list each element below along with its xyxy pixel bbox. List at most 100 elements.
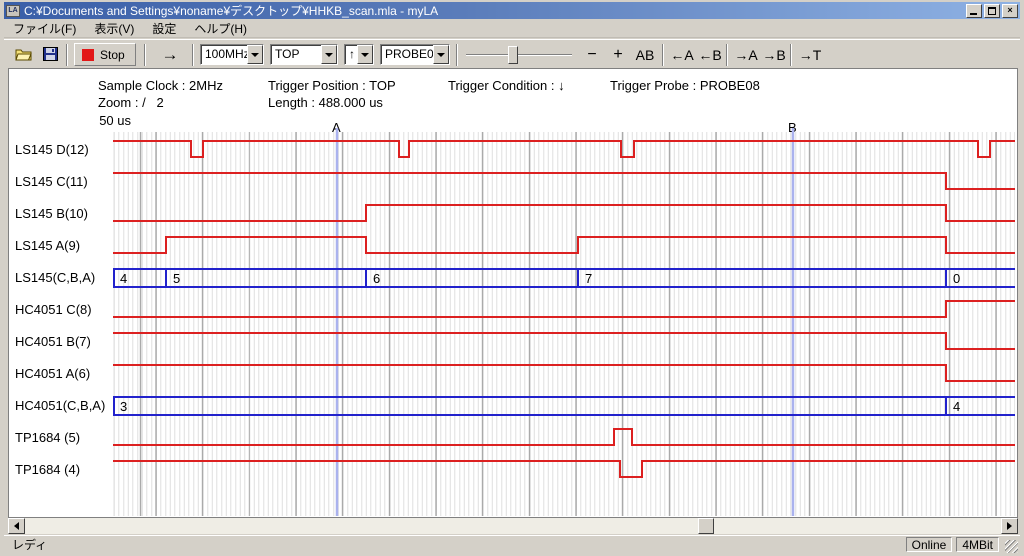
bus-value: 0: [953, 271, 960, 286]
dropdown-button[interactable]: [357, 45, 373, 64]
signal-label[interactable]: HC4051(C,B,A): [15, 390, 111, 422]
horizontal-scrollbar[interactable]: [8, 517, 1018, 534]
toolbar-separator: [662, 44, 664, 66]
toolbar-separator: [192, 44, 194, 66]
bus-value: 4: [120, 271, 127, 286]
bus-value: 5: [173, 271, 180, 286]
zoom-in-button[interactable]: +: [606, 44, 630, 66]
trigger-condition-info: Trigger Condition : ↓: [448, 78, 565, 93]
waveform-canvas: 4 5 6 7 0 3 4: [113, 132, 1015, 516]
menu-help[interactable]: ヘルプ(H): [185, 19, 256, 38]
digital-trace: [113, 301, 1015, 317]
resize-grip[interactable]: [1005, 540, 1018, 553]
menu-bar: ファイル(F) 表示(V) 設定 ヘルプ(H): [4, 20, 1020, 38]
open-file-button[interactable]: [14, 44, 34, 64]
status-bar: レディ Online 4MBit: [4, 535, 1020, 553]
trigger-position-combobox[interactable]: TOP: [270, 44, 338, 65]
toolbar-separator: [144, 44, 146, 66]
signal-label[interactable]: HC4051 B(7): [15, 326, 111, 358]
slider-handle[interactable]: [508, 46, 518, 64]
trigger-position-value: TOP: [271, 45, 321, 64]
scroll-right-button[interactable]: [1001, 518, 1018, 534]
open-folder-icon: [15, 47, 33, 61]
window-title: C:¥Documents and Settings¥noname¥デスクトップ¥…: [24, 2, 966, 19]
digital-trace: [113, 205, 1015, 221]
slider-track: [466, 54, 572, 56]
signal-label[interactable]: LS145 D(12): [15, 134, 111, 166]
app-icon: LA: [6, 5, 20, 17]
dropdown-button[interactable]: [433, 45, 449, 64]
sample-clock-value: 100MHz: [201, 45, 247, 64]
arrow-left-icon: [14, 522, 19, 530]
signal-label[interactable]: LS145 A(9): [15, 230, 111, 262]
scroll-left-button[interactable]: [8, 518, 25, 534]
online-status-badge: Online: [906, 537, 953, 552]
floppy-disk-icon: [43, 47, 58, 61]
length-info: Length : 488.000 us: [268, 95, 383, 110]
signal-label[interactable]: LS145 C(11): [15, 166, 111, 198]
scrollbar-thumb[interactable]: [698, 518, 714, 534]
chevron-down-icon: [437, 53, 445, 57]
bus-value: 7: [585, 271, 592, 286]
memory-status-badge: 4MBit: [956, 537, 999, 552]
menu-view[interactable]: 表示(V): [85, 19, 143, 38]
trigger-position-info: Trigger Position : TOP: [268, 78, 396, 93]
bus-value: 4: [953, 399, 960, 414]
digital-trace: [113, 365, 1015, 381]
close-button[interactable]: ×: [1002, 4, 1018, 18]
toolbar-separator: [66, 44, 68, 66]
save-button[interactable]: [40, 44, 60, 64]
title-bar: LA C:¥Documents and Settings¥noname¥デスクト…: [4, 2, 1020, 19]
stop-button[interactable]: Stop: [74, 43, 136, 66]
chevron-down-icon: [361, 53, 369, 57]
zoom-slider[interactable]: [466, 48, 572, 66]
digital-trace: [113, 173, 1015, 189]
maximize-button[interactable]: [984, 4, 1000, 18]
goto-b-fwd-button[interactable]: →B: [760, 44, 788, 66]
goto-a-back-button[interactable]: ←A: [668, 44, 696, 66]
time-scale-label: 50 us: [91, 113, 131, 128]
trigger-probe-value: PROBE00: [381, 45, 433, 64]
toolbar-separator: [456, 44, 458, 66]
goto-a-fwd-button[interactable]: →A: [732, 44, 760, 66]
menu-settings[interactable]: 設定: [143, 19, 185, 38]
bus-trace: [113, 269, 1015, 287]
ab-range-button[interactable]: AB: [632, 44, 658, 66]
menu-file[interactable]: ファイル(F): [4, 19, 85, 38]
signal-label[interactable]: TP1684 (5): [15, 422, 111, 454]
waveform-view: Sample Clock : 2MHz Trigger Position : T…: [8, 68, 1018, 517]
signal-label[interactable]: HC4051 A(6): [15, 358, 111, 390]
goto-trigger-button[interactable]: →T: [796, 44, 824, 66]
maximize-icon: [988, 7, 996, 15]
dropdown-button[interactable]: [247, 45, 263, 64]
signal-label[interactable]: HC4051 C(8): [15, 294, 111, 326]
bus-value: 3: [120, 399, 127, 414]
zoom-out-button[interactable]: −: [580, 44, 604, 66]
goto-b-back-button[interactable]: ←B: [696, 44, 724, 66]
toolbar-separator: [726, 44, 728, 66]
single-run-button[interactable]: →: [152, 44, 188, 66]
bus-value: 6: [373, 271, 380, 286]
minimize-button[interactable]: [966, 4, 982, 18]
bus-trace: [113, 397, 1015, 415]
zoom-info: Zoom : / 2: [98, 95, 164, 110]
waveform-plot[interactable]: 4 5 6 7 0 3 4: [113, 132, 1015, 516]
digital-trace: [113, 429, 1015, 445]
arrow-right-icon: [1007, 522, 1012, 530]
stop-icon: [82, 49, 94, 61]
digital-trace: [113, 333, 1015, 349]
trigger-probe-combobox[interactable]: PROBE00: [380, 44, 450, 65]
digital-trace: [113, 237, 1015, 253]
trigger-edge-combobox[interactable]: ↑: [344, 44, 374, 65]
signal-label[interactable]: LS145(C,B,A): [15, 262, 111, 294]
dropdown-button[interactable]: [321, 45, 337, 64]
toolbar-separator: [790, 44, 792, 66]
trigger-edge-value: ↑: [345, 45, 357, 64]
toolbar: Stop → 100MHz TOP ↑ PROBE00 − + AB ←A: [4, 39, 1020, 68]
signal-label[interactable]: TP1684 (4): [15, 454, 111, 486]
chevron-down-icon: [251, 53, 259, 57]
signal-label[interactable]: LS145 B(10): [15, 198, 111, 230]
sample-clock-combobox[interactable]: 100MHz: [200, 44, 264, 65]
close-icon: ×: [1007, 5, 1012, 15]
status-message: レディ: [4, 536, 906, 553]
